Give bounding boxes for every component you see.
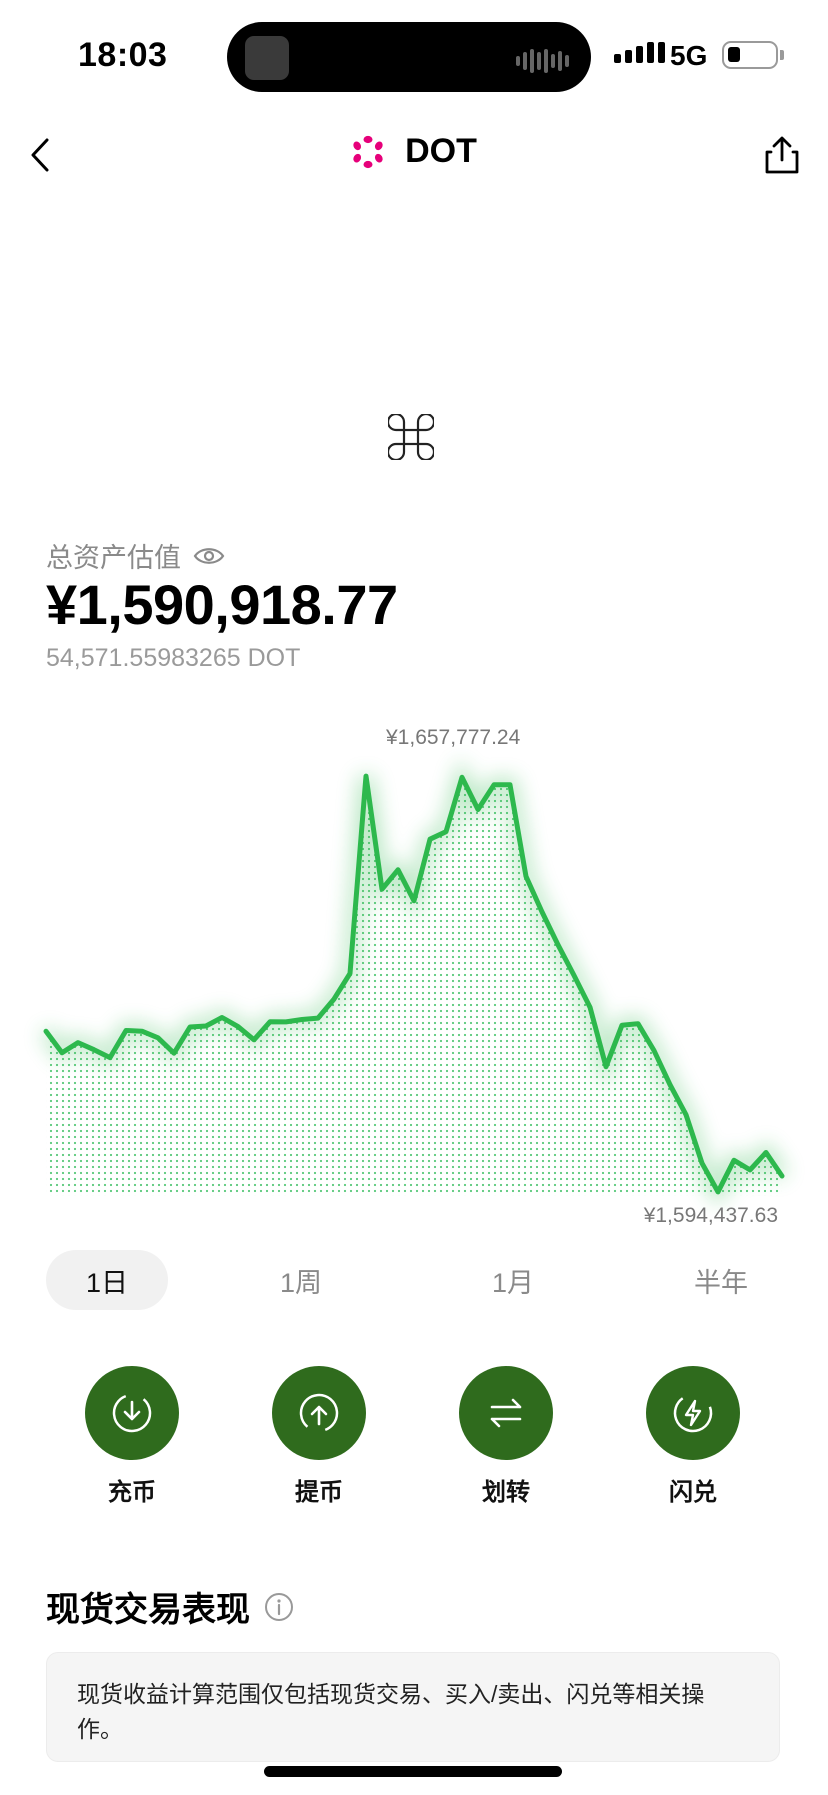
price-chart[interactable] xyxy=(0,720,828,1240)
flash-swap-icon xyxy=(673,1393,713,1433)
action-bar: 充币 提币 划转 闪兑 xyxy=(0,1366,828,1506)
chart-max-label: ¥1,657,777.24 xyxy=(386,726,521,749)
home-indicator[interactable] xyxy=(264,1766,562,1777)
withdraw-button[interactable]: 提币 xyxy=(259,1366,379,1507)
asset-coin-amount: 54,571.55983265 DOT xyxy=(46,644,301,672)
deposit-icon xyxy=(112,1393,152,1433)
nav-bar: DOT xyxy=(0,120,828,190)
period-tab-1m[interactable]: 1月 xyxy=(452,1250,574,1310)
network-type: 5G xyxy=(670,40,708,71)
period-tab-1w[interactable]: 1周 xyxy=(240,1250,362,1310)
transfer-icon xyxy=(490,1398,522,1428)
total-asset-value: ¥1,590,918.77 xyxy=(46,573,398,636)
section-title: 现货交易表现 xyxy=(46,1591,250,1629)
withdraw-label: 提币 xyxy=(295,1479,343,1506)
spot-note-text: 现货收益计算范围仅包括现货交易、买入/卖出、闪兑等相关操作。 xyxy=(77,1681,705,1742)
info-icon[interactable] xyxy=(264,1592,294,1622)
battery-icon xyxy=(722,41,784,69)
page-title-group: DOT xyxy=(0,132,828,171)
chart-area xyxy=(46,776,782,1196)
command-icon[interactable] xyxy=(388,414,434,460)
section-header: 现货交易表现 xyxy=(46,1582,294,1631)
share-icon xyxy=(765,136,799,174)
flash-swap-button[interactable]: 闪兑 xyxy=(633,1366,753,1507)
total-asset-label: 总资产估值 xyxy=(46,543,181,573)
deposit-button[interactable]: 充币 xyxy=(72,1366,192,1507)
now-playing-artwork xyxy=(245,36,289,80)
status-time: 18:03 xyxy=(78,36,168,74)
chart-min-label: ¥1,594,437.63 xyxy=(643,1204,778,1227)
share-button[interactable] xyxy=(760,132,804,178)
withdraw-icon xyxy=(299,1393,339,1433)
eye-icon[interactable] xyxy=(193,545,225,567)
spot-note-box: 现货收益计算范围仅包括现货交易、买入/卖出、闪兑等相关操作。 xyxy=(46,1652,780,1762)
dynamic-island[interactable] xyxy=(227,22,591,92)
transfer-label: 划转 xyxy=(482,1479,530,1506)
page-title: DOT xyxy=(405,132,477,170)
period-tab-1d[interactable]: 1日 xyxy=(46,1250,168,1310)
status-bar: 18:03 5G xyxy=(0,0,828,110)
asset-label-row: 总资产估值 xyxy=(46,536,225,575)
period-tab-6m[interactable]: 半年 xyxy=(660,1250,782,1310)
flash-swap-label: 闪兑 xyxy=(669,1479,717,1506)
cellular-signal-icon xyxy=(614,42,665,63)
transfer-button[interactable]: 划转 xyxy=(446,1366,566,1507)
deposit-label: 充币 xyxy=(108,1479,156,1506)
polkadot-logo-icon xyxy=(353,135,383,168)
period-selector: 1日 1周 1月 半年 xyxy=(46,1250,782,1310)
audio-waveform-icon xyxy=(516,49,569,73)
